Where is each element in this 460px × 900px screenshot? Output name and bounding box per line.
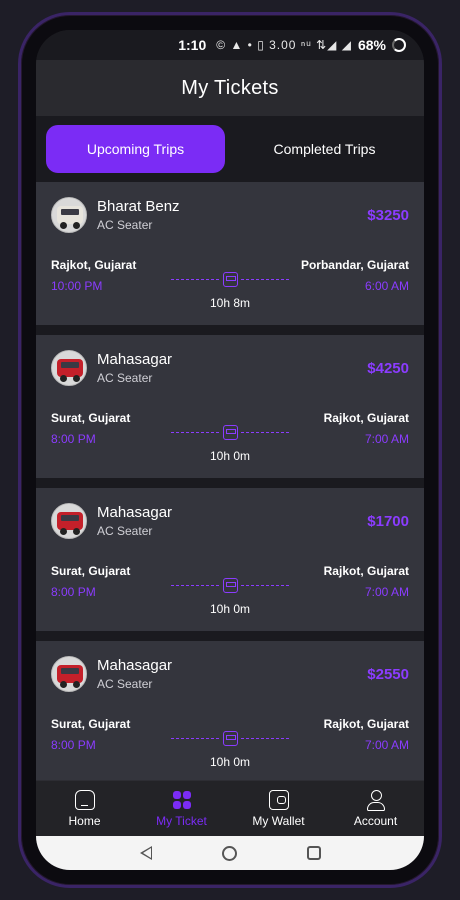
- arrival-time: 7:00 AM: [364, 432, 409, 446]
- ticket-card[interactable]: Mahasagar AC Seater $1700 Surat, Gujarat…: [36, 488, 424, 631]
- ticket-price: $1700: [367, 512, 409, 530]
- app-header: My Tickets: [36, 60, 424, 116]
- trip-tabs: Upcoming Trips Completed Trips: [36, 116, 424, 182]
- arrival-city: Rajkot, Gujarat: [323, 411, 409, 425]
- trip-duration: 10h 0m: [209, 755, 251, 769]
- recent-apps-icon[interactable]: [306, 846, 321, 860]
- trip-duration: 10h 0m: [209, 602, 251, 616]
- page-title: My Tickets: [181, 76, 279, 99]
- wallet-icon: [268, 789, 289, 810]
- bus-icon: [223, 425, 238, 440]
- bus-name: Mahasagar: [97, 504, 173, 521]
- arrival-time: 7:00 AM: [364, 585, 409, 599]
- nav-my-ticket-label: My Ticket: [156, 813, 207, 828]
- ticket-card[interactable]: Mahasagar AC Seater $2550 Surat, Gujarat…: [36, 641, 424, 784]
- arrival-city: Rajkot, Gujarat: [323, 717, 409, 731]
- ticket-price: $4250: [367, 359, 409, 377]
- status-time: 1:10: [178, 37, 207, 53]
- ticket-price: $2550: [367, 665, 409, 683]
- bottom-navigation: Home My Ticket My Wallet Account: [36, 780, 424, 836]
- departure-city: Surat, Gujarat: [51, 717, 131, 731]
- route-connector: [171, 272, 289, 287]
- tab-upcoming-trips[interactable]: Upcoming Trips: [46, 125, 225, 173]
- nav-account-label: Account: [353, 813, 398, 828]
- home-circle-icon[interactable]: [221, 845, 237, 861]
- departure-time: 8:00 PM: [51, 432, 96, 446]
- bus-icon: [223, 272, 238, 287]
- battery-icon: [392, 38, 406, 52]
- route-connector: [171, 425, 289, 440]
- battery-percent: 68%: [357, 37, 386, 53]
- nav-my-ticket[interactable]: My Ticket: [133, 781, 230, 836]
- nav-my-wallet[interactable]: My Wallet: [230, 781, 327, 836]
- bus-type: AC Seater: [97, 218, 153, 232]
- departure-city: Surat, Gujarat: [51, 411, 131, 425]
- ticket-card[interactable]: Mahasagar AC Seater $4250 Surat, Gujarat…: [36, 335, 424, 478]
- bus-type: AC Seater: [97, 524, 153, 538]
- bus-icon: [223, 578, 238, 593]
- bus-name: Mahasagar: [97, 351, 173, 368]
- back-icon[interactable]: [139, 846, 152, 860]
- bus-type: AC Seater: [97, 371, 153, 385]
- departure-time: 8:00 PM: [51, 585, 96, 599]
- departure-city: Rajkot, Gujarat: [51, 258, 137, 272]
- nav-home-label: Home: [68, 813, 101, 828]
- route-connector: [171, 578, 289, 593]
- bus-avatar: [51, 656, 87, 692]
- nav-home[interactable]: Home: [36, 781, 133, 836]
- ticket-list[interactable]: Bharat Benz AC Seater $3250 Rajkot, Guja…: [36, 182, 424, 808]
- departure-time: 8:00 PM: [51, 738, 96, 752]
- ticket-price: $3250: [367, 206, 409, 224]
- trip-duration: 10h 8m: [209, 296, 251, 310]
- trip-duration: 10h 0m: [209, 449, 251, 463]
- tab-completed-trips[interactable]: Completed Trips: [235, 125, 414, 173]
- bus-type: AC Seater: [97, 677, 153, 691]
- status-icons: © ▲ • ▯ 3.00 ⁿᵘ ⇅◢ ◢: [216, 38, 352, 52]
- system-navigation-bar: [36, 836, 424, 870]
- account-icon: [366, 789, 386, 811]
- departure-time: 10:00 PM: [51, 279, 103, 293]
- phone-screen: 1:10 © ▲ • ▯ 3.00 ⁿᵘ ⇅◢ ◢ 68% My Tickets…: [36, 30, 424, 870]
- bus-avatar: [51, 197, 87, 233]
- nav-account[interactable]: Account: [327, 781, 424, 836]
- departure-city: Surat, Gujarat: [51, 564, 131, 578]
- arrival-city: Porbandar, Gujarat: [300, 258, 409, 272]
- nav-my-wallet-label: My Wallet: [252, 813, 305, 828]
- arrival-city: Rajkot, Gujarat: [323, 564, 409, 578]
- route-connector: [171, 731, 289, 746]
- status-bar: 1:10 © ▲ • ▯ 3.00 ⁿᵘ ⇅◢ ◢ 68%: [36, 30, 424, 60]
- bus-name: Mahasagar: [97, 657, 173, 674]
- ticket-card[interactable]: Bharat Benz AC Seater $3250 Rajkot, Guja…: [36, 182, 424, 325]
- ticket-icon: [172, 790, 192, 810]
- arrival-time: 7:00 AM: [364, 738, 409, 752]
- bus-avatar: [51, 503, 87, 539]
- home-icon: [74, 789, 95, 810]
- bus-name: Bharat Benz: [97, 198, 180, 215]
- arrival-time: 6:00 AM: [364, 279, 409, 293]
- bus-icon: [223, 731, 238, 746]
- bus-avatar: [51, 350, 87, 386]
